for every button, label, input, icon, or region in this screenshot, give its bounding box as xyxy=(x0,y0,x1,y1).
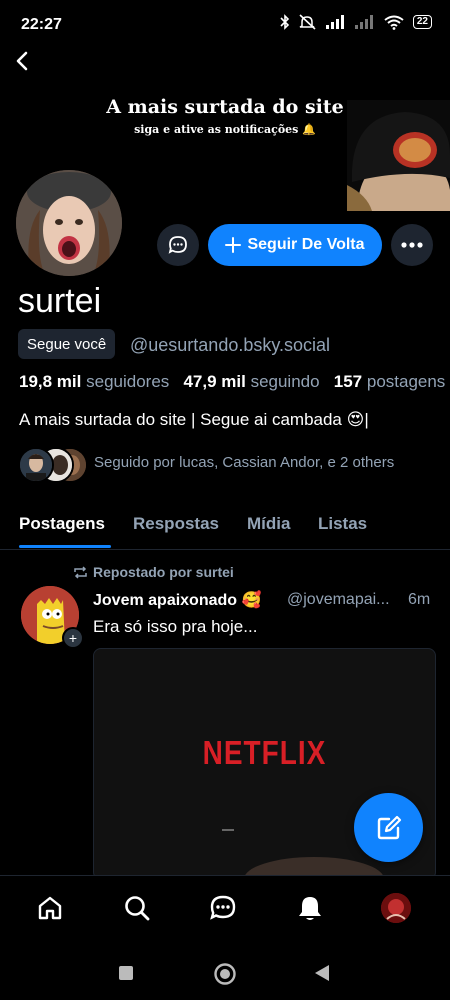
post-text: Era só isso pra hoje... xyxy=(93,617,258,636)
follows-you-badge: Segue você xyxy=(18,329,116,359)
followers-count: 19,8 mil xyxy=(19,372,82,391)
nav-profile[interactable] xyxy=(380,892,412,924)
signal-weak-icon xyxy=(354,15,373,29)
back-system-button[interactable] xyxy=(314,964,330,987)
compose-icon xyxy=(377,815,401,839)
nav-search[interactable] xyxy=(121,892,153,924)
compose-button[interactable] xyxy=(354,793,423,862)
profile-stats: 19,8 mil seguidores 47,9 mil seguindo 15… xyxy=(19,372,445,392)
following-label: seguindo xyxy=(250,372,320,391)
more-options-button[interactable] xyxy=(391,224,433,266)
recents-button[interactable] xyxy=(118,965,134,986)
status-bar: 22:27 22 xyxy=(0,0,450,48)
search-icon xyxy=(125,896,150,921)
profile-avatar[interactable] xyxy=(13,167,125,279)
square-icon xyxy=(119,966,133,980)
repost-indicator[interactable]: Repostado por surtei xyxy=(73,564,234,580)
following-link[interactable]: 47,9 mil seguindo xyxy=(183,372,319,391)
plus-icon xyxy=(225,237,242,253)
following-count: 47,9 mil xyxy=(183,372,246,391)
bell-icon xyxy=(299,897,321,920)
follow-back-label: Seguir De Volta xyxy=(247,236,365,253)
profile-handle: @uesurtando.bsky.social xyxy=(130,335,331,355)
known-follower-avatar xyxy=(18,447,54,483)
post-timestamp: 6m xyxy=(408,591,431,608)
system-navigation xyxy=(0,940,450,1000)
follow-back-button[interactable]: Seguir De Volta xyxy=(208,224,382,266)
ellipsis-icon xyxy=(401,242,423,248)
posts-label: postagens xyxy=(366,372,446,391)
tab-midia[interactable]: Mídia xyxy=(247,514,290,534)
status-icons: 22 xyxy=(280,14,432,30)
tab-respostas[interactable]: Respostas xyxy=(133,514,219,534)
bluetooth-icon xyxy=(280,14,290,30)
post-author-name[interactable]: Jovem apaixonado 🥰 xyxy=(93,590,261,610)
status-time: 22:27 xyxy=(21,16,62,33)
profile-bio: A mais surtada do site | Segue ai cambad… xyxy=(19,410,369,429)
tab-postagens[interactable]: Postagens xyxy=(19,514,105,534)
nav-notifications[interactable] xyxy=(294,892,326,924)
battery-icon: 22 xyxy=(412,15,432,29)
back-button[interactable] xyxy=(10,48,36,74)
signal-icon xyxy=(325,15,344,29)
follow-author-badge[interactable]: + xyxy=(62,627,84,649)
followers-link[interactable]: 19,8 mil seguidores xyxy=(19,372,169,391)
chat-icon xyxy=(210,895,236,920)
profile-avatar-small xyxy=(381,893,411,923)
posts-count: 157 xyxy=(333,372,363,391)
bottom-navigation xyxy=(0,875,450,941)
mute-icon xyxy=(299,14,316,30)
profile-tabs: Postagens Respostas Mídia Listas xyxy=(0,505,450,550)
wifi-icon xyxy=(384,15,404,30)
post-author-handle: @jovemapai... xyxy=(287,591,390,608)
home-system-button[interactable] xyxy=(213,962,237,991)
triangle-back-icon xyxy=(315,965,329,981)
nav-chat[interactable] xyxy=(207,892,239,924)
chevron-left-icon xyxy=(16,51,28,71)
followers-label: seguidores xyxy=(86,372,170,391)
repost-icon xyxy=(74,565,87,579)
display-name: surtei xyxy=(18,282,102,320)
home-icon xyxy=(38,896,62,920)
chat-bubble-icon xyxy=(168,236,187,254)
active-tab-indicator xyxy=(19,545,111,548)
message-button[interactable] xyxy=(157,224,199,266)
tab-listas[interactable]: Listas xyxy=(318,514,367,534)
circle-icon xyxy=(214,963,236,985)
banner-photo xyxy=(347,100,450,211)
nav-home[interactable] xyxy=(34,892,66,924)
known-followers-text[interactable]: Seguido por lucas, Cassian Andor, e 2 ot… xyxy=(94,454,394,471)
repost-label: Repostado por surtei xyxy=(93,564,234,580)
